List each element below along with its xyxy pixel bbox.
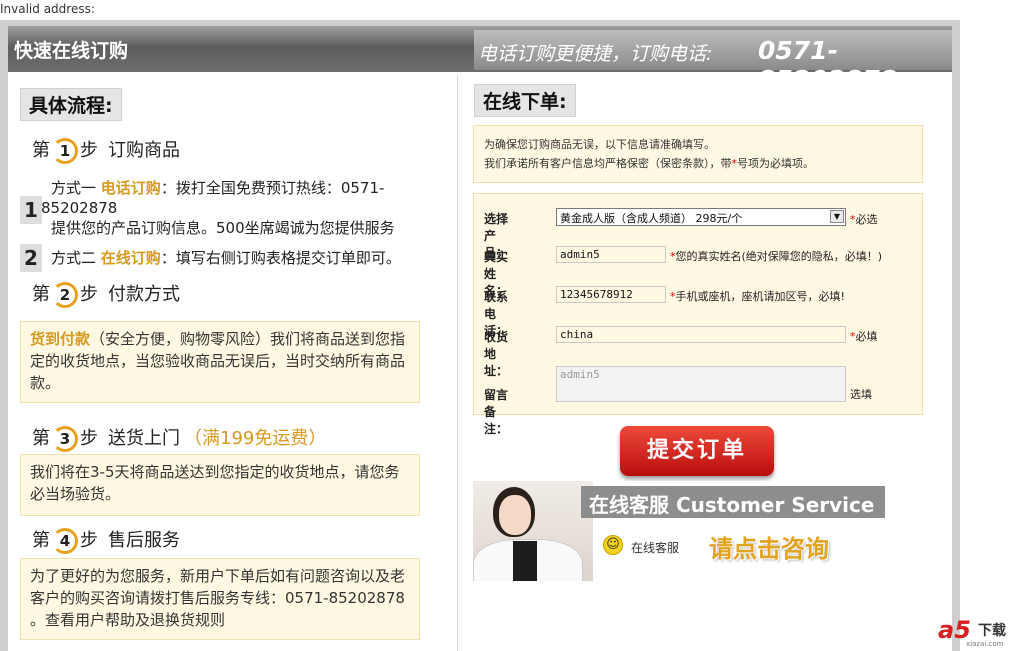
step-1-name: 订购商品 — [108, 140, 180, 161]
submit-order-button[interactable]: 提交订单 — [620, 426, 774, 476]
step-2: 第 2 步付款方式 — [32, 280, 180, 308]
address-label: 收货地址： — [484, 330, 509, 378]
agent-avatar — [473, 481, 593, 581]
step-4-name: 售后服务 — [108, 530, 180, 551]
phone-banner: 电话订购更便捷，订购电话: 0571-85202878 — [474, 30, 952, 94]
panel-header: 快速在线订购 电话订购更便捷，订购电话: 0571-85202878 — [8, 26, 952, 94]
site-watermark-logo: a5 下载 xiazai.com — [938, 616, 1006, 648]
status-text: Invalid address: — [0, 2, 95, 16]
method-2-number: 2 — [20, 244, 42, 272]
cod-label: 货到付款 — [30, 330, 91, 348]
product-select[interactable]: 黄金成人版（含成人频道） 298元/个 ▼ — [556, 208, 846, 226]
remark-textarea[interactable]: admin5 — [556, 366, 846, 402]
phone-label: 电话订购更便捷，订购电话: — [478, 43, 713, 65]
after-sales-note: 为了更好的为您服务，新用户下单后如有问题咨询以及老客户的购买咨询请拨打售后服务专… — [20, 558, 420, 640]
customer-service-banner[interactable]: 在线客服 Customer Service ☺ 在线客服 请点击咨询 — [473, 481, 893, 581]
method-1-number: 1 — [20, 196, 42, 224]
free-shipping-label: （满199免运费） — [184, 428, 327, 449]
method-1: 方式一 电话订购：拨打全国免费预订热线：0571-85202878 提供您的产品… — [41, 179, 395, 237]
remark-hint: 选填 — [850, 388, 872, 401]
online-service-label: 在线客服 — [631, 541, 680, 555]
order-title: 在线下单: — [474, 84, 576, 117]
method-2: 方式二 在线订购：填写右侧订购表格提交订单即可。 — [51, 249, 401, 267]
phone-number: 0571-85202878 — [758, 36, 898, 94]
phone-hint: 手机或座机，座机请加区号，必填! — [675, 290, 845, 303]
address-input[interactable]: china — [556, 326, 846, 343]
chevron-down-icon[interactable]: ▼ — [830, 210, 844, 223]
column-divider — [457, 76, 458, 651]
step-3-name: 送货上门 — [108, 428, 180, 449]
name-input[interactable]: admin5 — [556, 246, 666, 263]
online-order-link[interactable]: 在线订购 — [101, 249, 161, 267]
phone-order-link[interactable]: 电话订购 — [101, 179, 161, 197]
step-3: 第 3 步送货上门 （满199免运费） — [32, 424, 326, 452]
step-3-number: 3 — [52, 426, 78, 452]
step-1-number: 1 — [52, 138, 78, 164]
name-hint: 您的真实姓名(绝对保障您的隐私，必填！) — [675, 250, 883, 263]
order-panel-frame: 快速在线订购 电话订购更便捷，订购电话: 0571-85202878 具体流程:… — [0, 20, 960, 651]
service-title: 在线客服 Customer Service — [581, 486, 885, 518]
remark-label: 留言备注： — [484, 388, 509, 436]
delivery-note: 我们将在3-5天将商品送达到您指定的收货地点，请您务必当场验货。 — [20, 454, 420, 516]
payment-note: 货到付款（安全方便，购物零风险）我们将商品送到您指定的收货地点，当您验收商品无误… — [20, 321, 420, 403]
step-4: 第 4 步售后服务 — [32, 526, 180, 554]
step-1: 第 1 步订购商品 — [32, 136, 180, 164]
product-hint: 必选 — [855, 213, 878, 226]
step-2-name: 付款方式 — [108, 284, 180, 305]
order-form: 选择产品： 黄金成人版（含成人频道） 298元/个 ▼ *必选 真实姓名： ad… — [473, 193, 923, 436]
page-title: 快速在线订购 — [14, 40, 129, 62]
phone-input[interactable]: 12345678912 — [556, 286, 666, 303]
step-4-number: 4 — [52, 528, 78, 554]
order-panel: 快速在线订购 电话订购更便捷，订购电话: 0571-85202878 具体流程:… — [8, 26, 952, 651]
order-info-note: 为确保您订购商品无误，以下信息请准确填写。 我们承诺所有客户信息均严格保密（保密… — [473, 125, 923, 183]
consult-link[interactable]: 请点击咨询 — [709, 529, 829, 564]
smiley-icon: ☺ — [603, 535, 623, 555]
step-2-number: 2 — [52, 282, 78, 308]
address-hint: 必填 — [855, 330, 878, 343]
process-title: 具体流程: — [20, 88, 122, 121]
